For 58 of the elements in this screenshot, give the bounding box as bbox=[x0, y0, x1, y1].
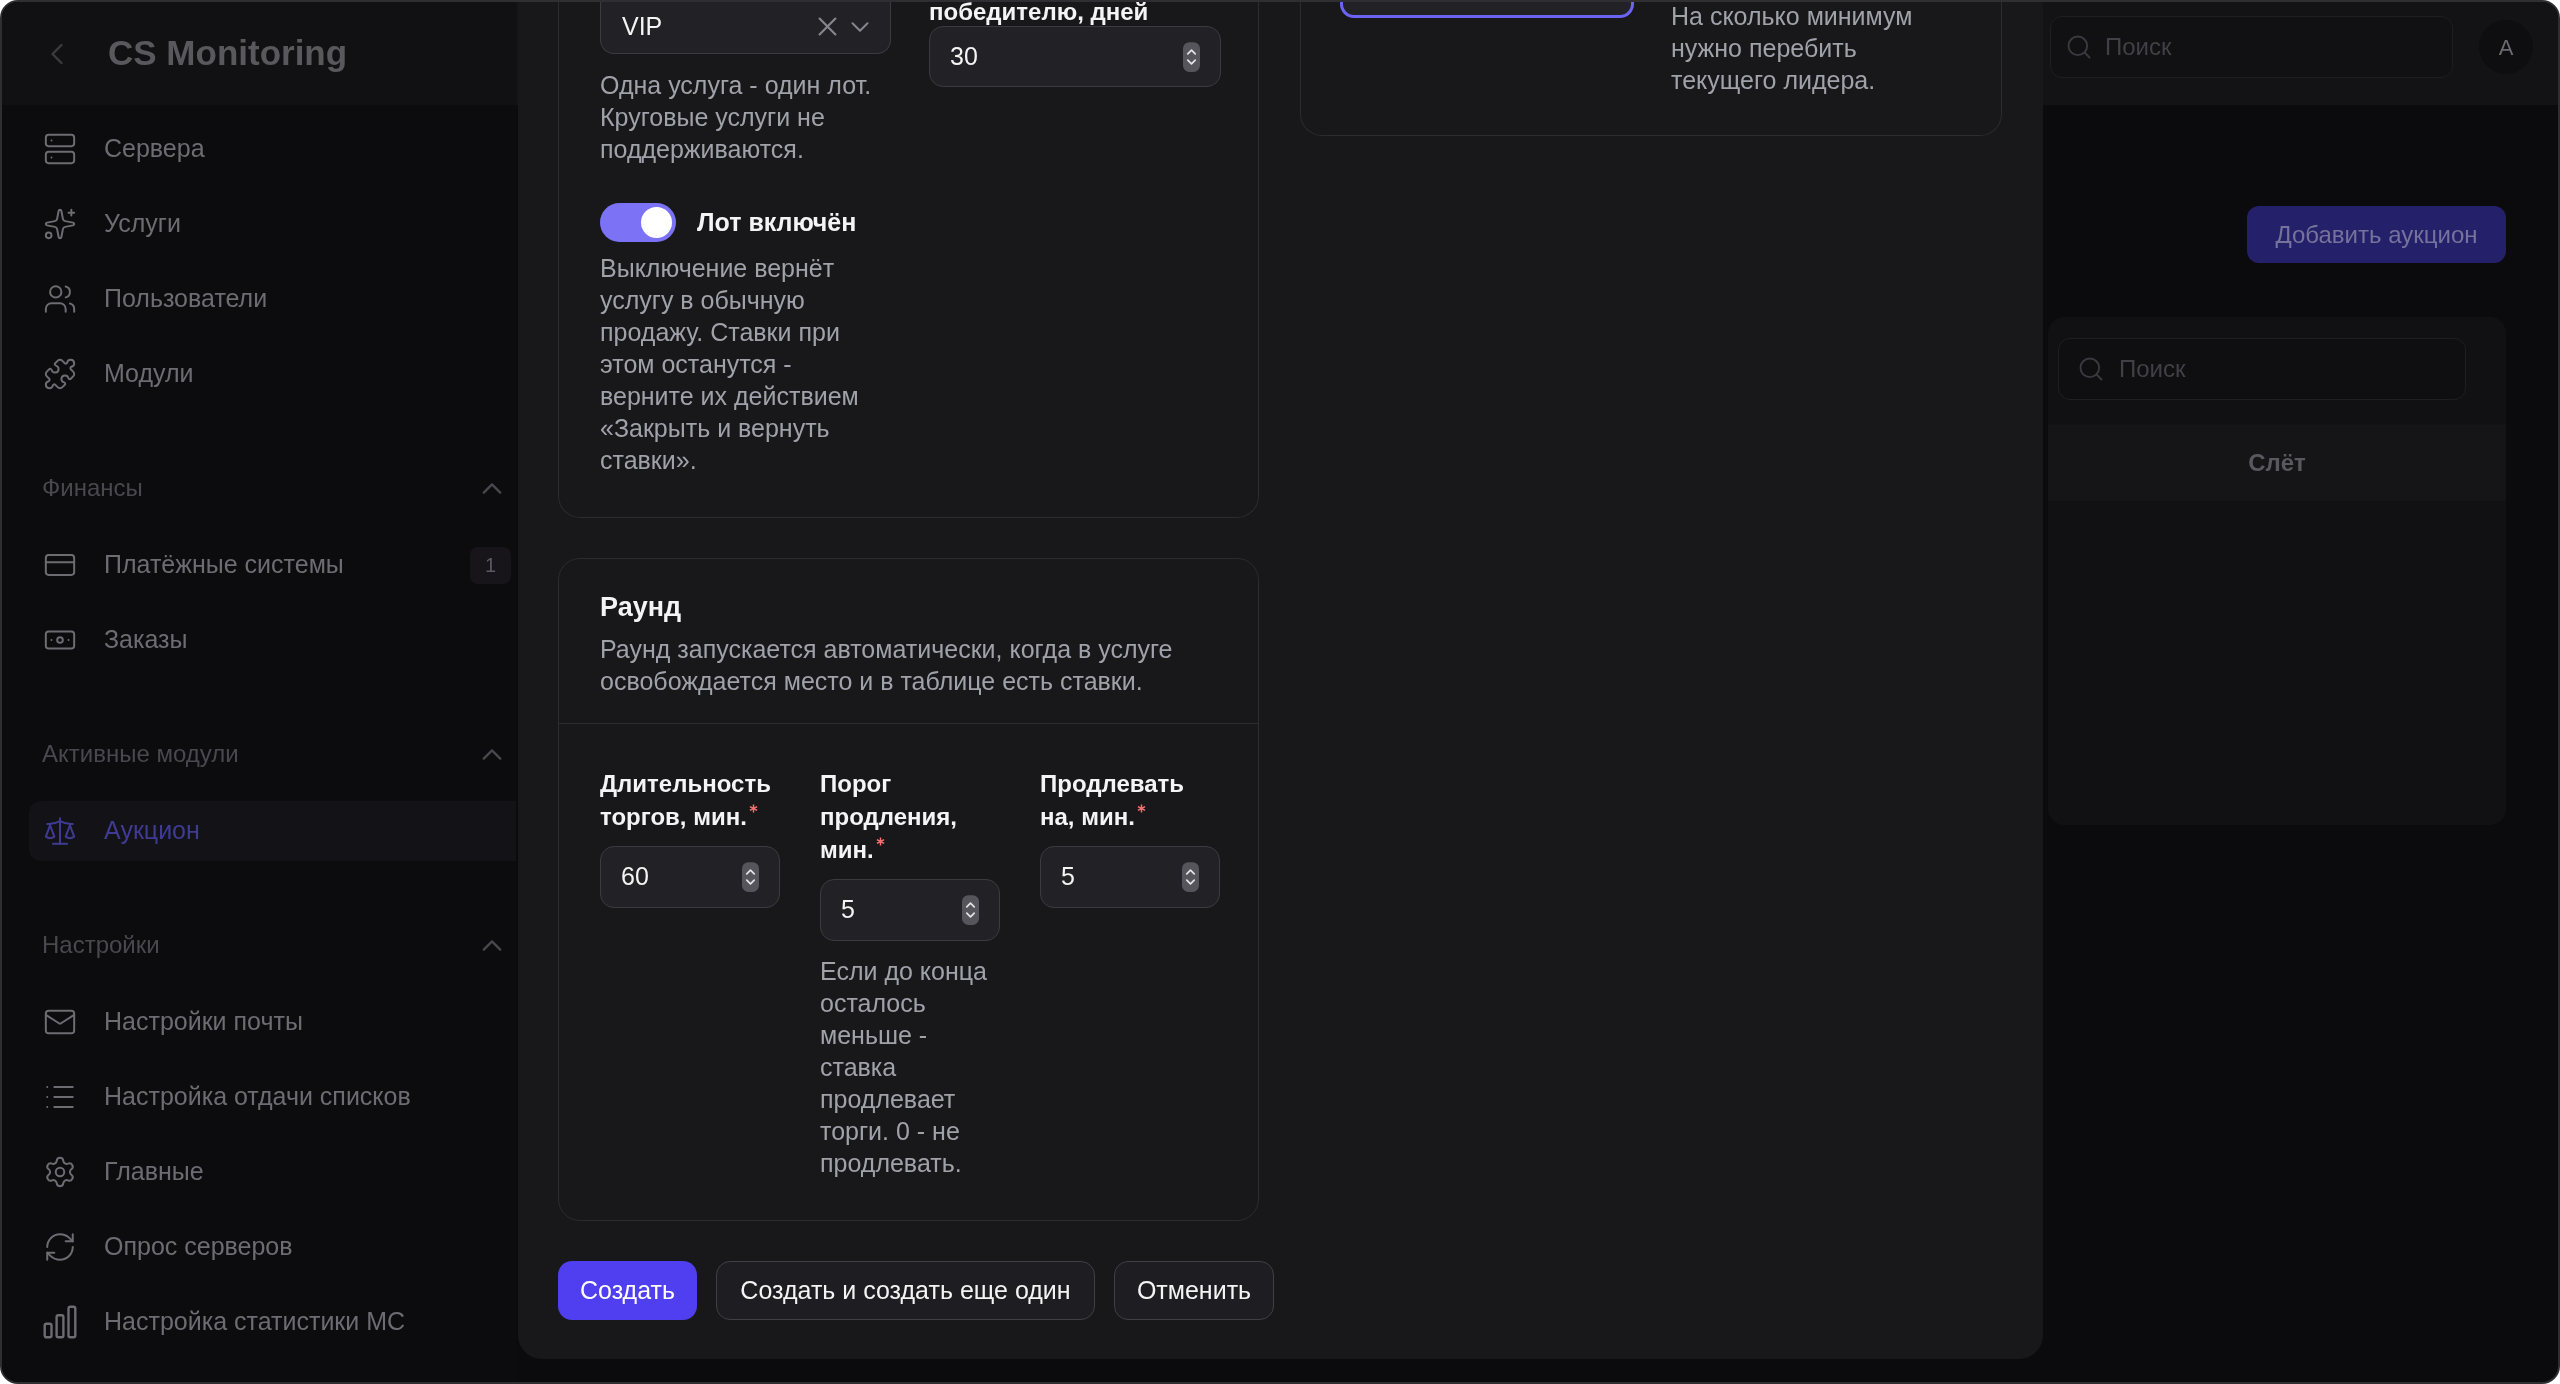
app-title: CS Monitoring bbox=[108, 32, 348, 75]
section-header[interactable]: Финансы bbox=[42, 468, 502, 508]
field-label: победителю, дней bbox=[929, 2, 1150, 24]
avatar[interactable]: A bbox=[2479, 20, 2533, 74]
add-auction-button[interactable]: Добавить аукцион bbox=[2247, 206, 2506, 263]
field-hint: Одна услуга - один лот. Круговые услуги не поддерживаются. bbox=[600, 70, 873, 165]
section-description: Раунд запускается автоматически, когда в услуге освобождается место и в таблице есть ставки. bbox=[600, 634, 1174, 697]
section-title: Раунд bbox=[600, 591, 683, 624]
sidebar-item[interactable]: Заказы bbox=[29, 610, 516, 670]
sidebar-item[interactable]: Пользователи bbox=[29, 269, 516, 329]
sidebar-item[interactable]: Платёжные системы 1 bbox=[29, 535, 516, 595]
sidebar-item[interactable]: Настройка статистики МС bbox=[29, 1292, 516, 1352]
sidebar-item[interactable]: Главные bbox=[29, 1142, 516, 1202]
search-icon bbox=[2077, 355, 2105, 383]
number-field[interactable]: 60 bbox=[600, 846, 780, 908]
count-badge: 1 bbox=[470, 546, 511, 584]
section-header[interactable]: Активные модули bbox=[42, 734, 502, 774]
sidebar-item[interactable]: Настройки почты bbox=[29, 992, 516, 1052]
sidebar-item[interactable]: Настройка отдачи списков bbox=[29, 1067, 516, 1127]
sidebar-item[interactable]: Сервера bbox=[29, 119, 516, 179]
stepper-icon[interactable] bbox=[962, 895, 979, 925]
number-field[interactable]: 5 bbox=[820, 879, 1000, 941]
field-label: Порог продления, мин. bbox=[820, 770, 957, 863]
stepper-icon[interactable] bbox=[1182, 862, 1199, 892]
stepper-icon[interactable] bbox=[742, 862, 759, 892]
number-field[interactable]: 5 bbox=[1040, 846, 1220, 908]
number-field[interactable]: 30 bbox=[929, 26, 1221, 87]
select-field[interactable]: VIP bbox=[600, 2, 891, 54]
toggle-label: Лот включён bbox=[697, 206, 857, 238]
puzzle-icon bbox=[43, 357, 77, 391]
field-label: Продлевать на, мин. bbox=[1040, 770, 1185, 830]
field-hint: Если до конца осталось меньше - ставка продлевает торги. 0 - не продлевать. bbox=[820, 956, 988, 1179]
column-header: Слёт bbox=[2247, 448, 2307, 478]
form-button[interactable]: Отменить bbox=[1114, 1261, 1274, 1320]
toggle-switch[interactable] bbox=[600, 203, 676, 242]
bar-chart-icon bbox=[43, 1305, 77, 1339]
chevron-left-icon bbox=[51, 42, 63, 65]
users-icon bbox=[43, 282, 77, 316]
sparkles-icon bbox=[43, 207, 77, 241]
input-field[interactable] bbox=[1340, 2, 1634, 18]
chevron-down-icon bbox=[851, 21, 869, 32]
server-icon bbox=[43, 132, 77, 166]
field-label: Длительность торгов, мин. bbox=[600, 770, 771, 830]
sidebar-item[interactable]: Аукцион bbox=[29, 801, 516, 861]
sidebar-item[interactable]: Опрос серверов bbox=[29, 1217, 516, 1277]
scale-icon bbox=[43, 814, 77, 848]
field-hint: Выключение вернёт услугу в обычную продажу. Ставки при этом останутся - верните их действием «Закрыть и вернуть ставки». bbox=[600, 253, 860, 476]
stepper-icon[interactable] bbox=[1183, 41, 1200, 72]
form-button[interactable]: Создать bbox=[558, 1261, 697, 1320]
clear-icon[interactable] bbox=[818, 17, 837, 36]
refresh-icon bbox=[43, 1230, 77, 1264]
section-header[interactable]: Настройки bbox=[42, 925, 502, 965]
sidebar-item[interactable]: Модули bbox=[29, 344, 516, 404]
form-button[interactable]: Создать и создать еще один bbox=[716, 1261, 1095, 1320]
settings-icon bbox=[43, 1155, 77, 1189]
search-icon bbox=[2065, 33, 2093, 61]
sidebar-item[interactable]: Услуги bbox=[29, 194, 516, 254]
field-hint: На сколько минимум нужно перебить текущего лидера. bbox=[1671, 2, 1914, 96]
